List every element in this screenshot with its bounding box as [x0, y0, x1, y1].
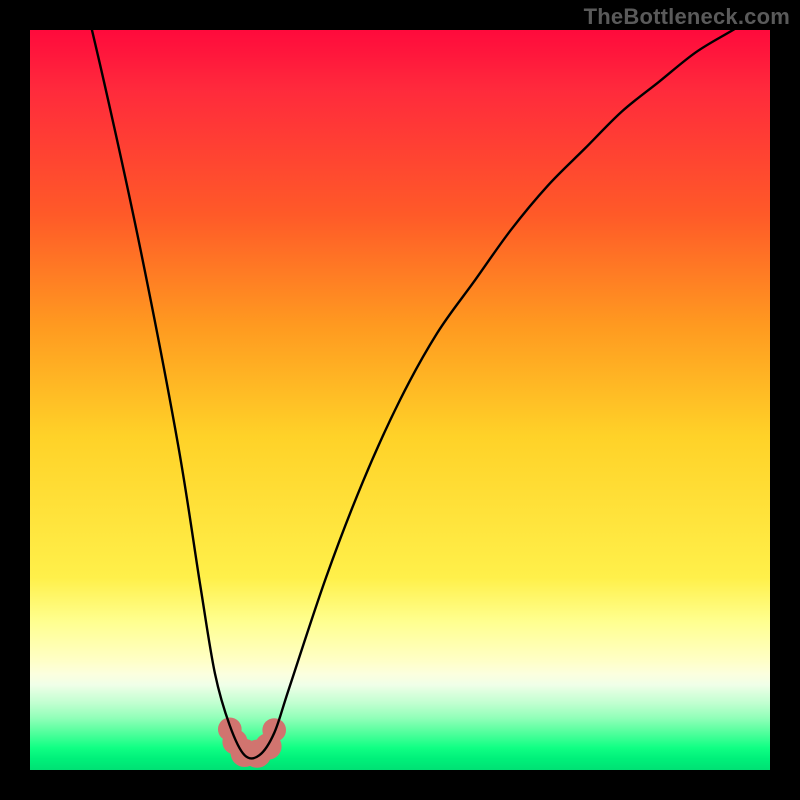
plot-area — [30, 30, 770, 770]
bottleneck-curve — [30, 30, 770, 758]
curve-layer — [30, 30, 770, 770]
chart-frame: TheBottleneck.com — [0, 0, 800, 800]
watermark-text: TheBottleneck.com — [584, 4, 790, 30]
bump-group — [218, 717, 286, 767]
